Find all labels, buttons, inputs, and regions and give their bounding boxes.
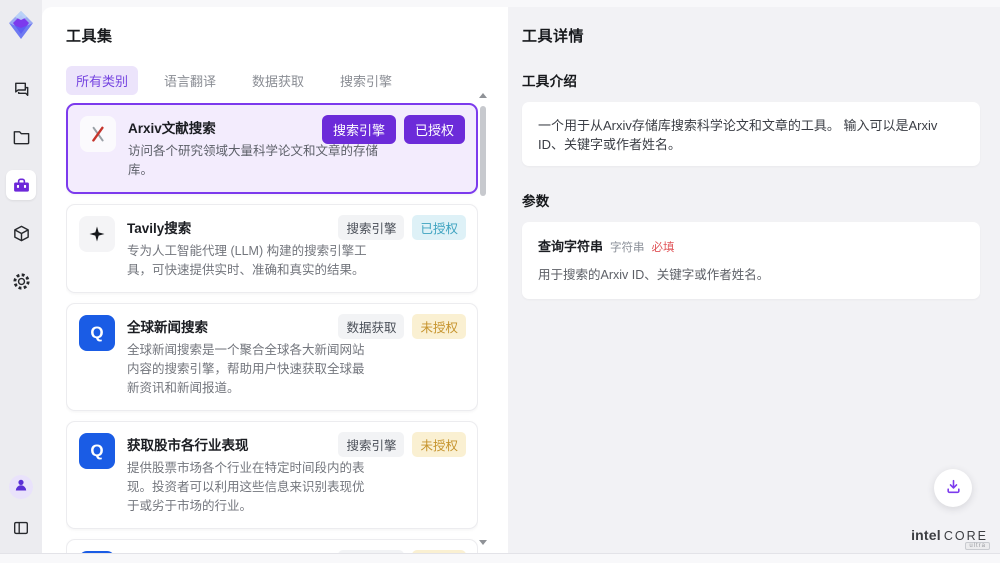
scroll-down-icon[interactable] xyxy=(479,540,487,545)
sidebar-item-models[interactable] xyxy=(6,218,36,248)
params-section-title: 参数 xyxy=(522,190,980,210)
scroll-up-icon[interactable] xyxy=(479,93,487,98)
app-window: 工具集 所有类别 语言翻译 数据获取 搜索引擎 A xyxy=(0,0,1000,563)
intro-section-title: 工具介绍 xyxy=(522,70,980,90)
tool-description: 提供股票市场各个行业在特定时间段内的表现。投资者可以利用这些信息来识别表现优于或… xyxy=(127,459,375,517)
sidebar-item-collapse[interactable] xyxy=(6,513,36,543)
tool-card-tavily[interactable]: Tavily搜索 专为人工智能代理 (LLM) 构建的搜索引擎工具，可快速提供实… xyxy=(66,204,478,293)
toolbox-icon xyxy=(12,176,31,195)
content-area: 工具集 所有类别 语言翻译 数据获取 搜索引擎 A xyxy=(42,7,1000,553)
tool-description: 全球新闻搜索是一个聚合全球各大新闻网站内容的搜索引擎，帮助用户快速获取全球最新资… xyxy=(127,341,375,399)
download-icon xyxy=(945,478,962,498)
sidebar-item-settings[interactable] xyxy=(6,266,36,296)
scrollbar-thumb[interactable] xyxy=(480,106,486,196)
user-avatar[interactable] xyxy=(9,475,33,499)
tool-card-sector-performance[interactable]: Q 获取股市各行业表现 提供股票市场各个行业在特定时间段内的表现。投资者可以利用… xyxy=(66,421,478,529)
app-logo-icon xyxy=(8,10,34,40)
sidebar-item-chat[interactable] xyxy=(6,74,36,104)
tab-data-fetch[interactable]: 数据获取 xyxy=(242,66,314,95)
param-description: 用于搜索的Arxiv ID、关键字或作者姓名。 xyxy=(538,264,964,283)
arxiv-icon xyxy=(80,116,116,152)
folder-icon xyxy=(12,128,31,147)
panel-layout-icon xyxy=(12,519,30,537)
window-bottom-edge xyxy=(0,553,1000,563)
intro-text: 一个用于从Arxiv存储库搜索科学论文和文章的工具。 输入可以是Arxiv ID… xyxy=(538,118,937,152)
sidebar-item-tools[interactable] xyxy=(6,170,36,200)
parameter-card: 查询字符串 字符串 必填 用于搜索的Arxiv ID、关键字或作者姓名。 xyxy=(522,222,980,299)
q-search-icon: Q xyxy=(79,315,115,351)
download-button[interactable] xyxy=(934,469,972,507)
tool-description: 访问各个研究领域大量科学论文和文章的存储库。 xyxy=(128,142,400,181)
param-name: 查询字符串 xyxy=(538,236,603,255)
status-badge[interactable]: 未授权 xyxy=(412,432,466,457)
category-badge: 数据获取 xyxy=(338,314,404,339)
tab-translation[interactable]: 语言翻译 xyxy=(154,66,226,95)
category-badge: 搜索引擎 xyxy=(338,432,404,457)
sidebar-item-files[interactable] xyxy=(6,122,36,152)
ultra-badge: ultra xyxy=(965,542,990,550)
category-badge: 搜索引擎 xyxy=(338,215,404,240)
sidebar xyxy=(0,0,42,553)
param-type: 字符串 xyxy=(610,239,645,255)
category-badge: 搜索引擎 xyxy=(322,115,396,144)
list-scrollbar[interactable] xyxy=(479,93,487,545)
user-icon xyxy=(14,478,28,497)
intro-card: 一个用于从Arxiv存储库搜索科学论文和文章的工具。 输入可以是Arxiv ID… xyxy=(522,102,980,166)
tool-card-global-news[interactable]: Q 全球新闻搜索 全球新闻搜索是一个聚合全球各大新闻网站内容的搜索引擎，帮助用户… xyxy=(66,303,478,411)
cube-icon xyxy=(12,224,31,243)
category-tabs: 所有类别 语言翻译 数据获取 搜索引擎 xyxy=(66,66,508,95)
param-required-badge: 必填 xyxy=(652,239,675,255)
tool-list: Arxiv文献搜索 访问各个研究领域大量科学论文和文章的存储库。 搜索引擎 已授… xyxy=(66,103,478,553)
tool-card-arxiv[interactable]: Arxiv文献搜索 访问各个研究领域大量科学论文和文章的存储库。 搜索引擎 已授… xyxy=(66,103,478,194)
tool-description: 专为人工智能代理 (LLM) 构建的搜索引擎工具，可快速提供实时、准确和真实的结… xyxy=(127,242,375,281)
tab-search-engine[interactable]: 搜索引擎 xyxy=(330,66,402,95)
status-badge[interactable]: 未授权 xyxy=(412,314,466,339)
status-badge[interactable]: 已授权 xyxy=(404,115,465,144)
tab-all-categories[interactable]: 所有类别 xyxy=(66,66,138,95)
chat-icon xyxy=(12,80,31,99)
intel-core-logo: intel CORE ultra xyxy=(911,527,988,543)
intel-logo-text: intel xyxy=(911,527,941,543)
settings-icon xyxy=(12,272,31,291)
details-title: 工具详情 xyxy=(522,25,980,46)
core-logo-text: CORE ultra xyxy=(944,529,988,543)
tool-details-panel: 工具详情 工具介绍 一个用于从Arxiv存储库搜索科学论文和文章的工具。 输入可… xyxy=(508,7,1000,553)
q-search-icon: Q xyxy=(79,433,115,469)
status-badge[interactable]: 已授权 xyxy=(412,215,466,240)
tools-panel: 工具集 所有类别 语言翻译 数据获取 搜索引擎 A xyxy=(42,7,508,553)
tool-card-most-active-stocks[interactable]: Q 获取市场最活跃股票信息 提供当天交易量最高的股票列表，投资者可以利用这些信息… xyxy=(66,539,478,553)
page-title: 工具集 xyxy=(66,25,508,46)
sparkle-icon xyxy=(79,216,115,252)
